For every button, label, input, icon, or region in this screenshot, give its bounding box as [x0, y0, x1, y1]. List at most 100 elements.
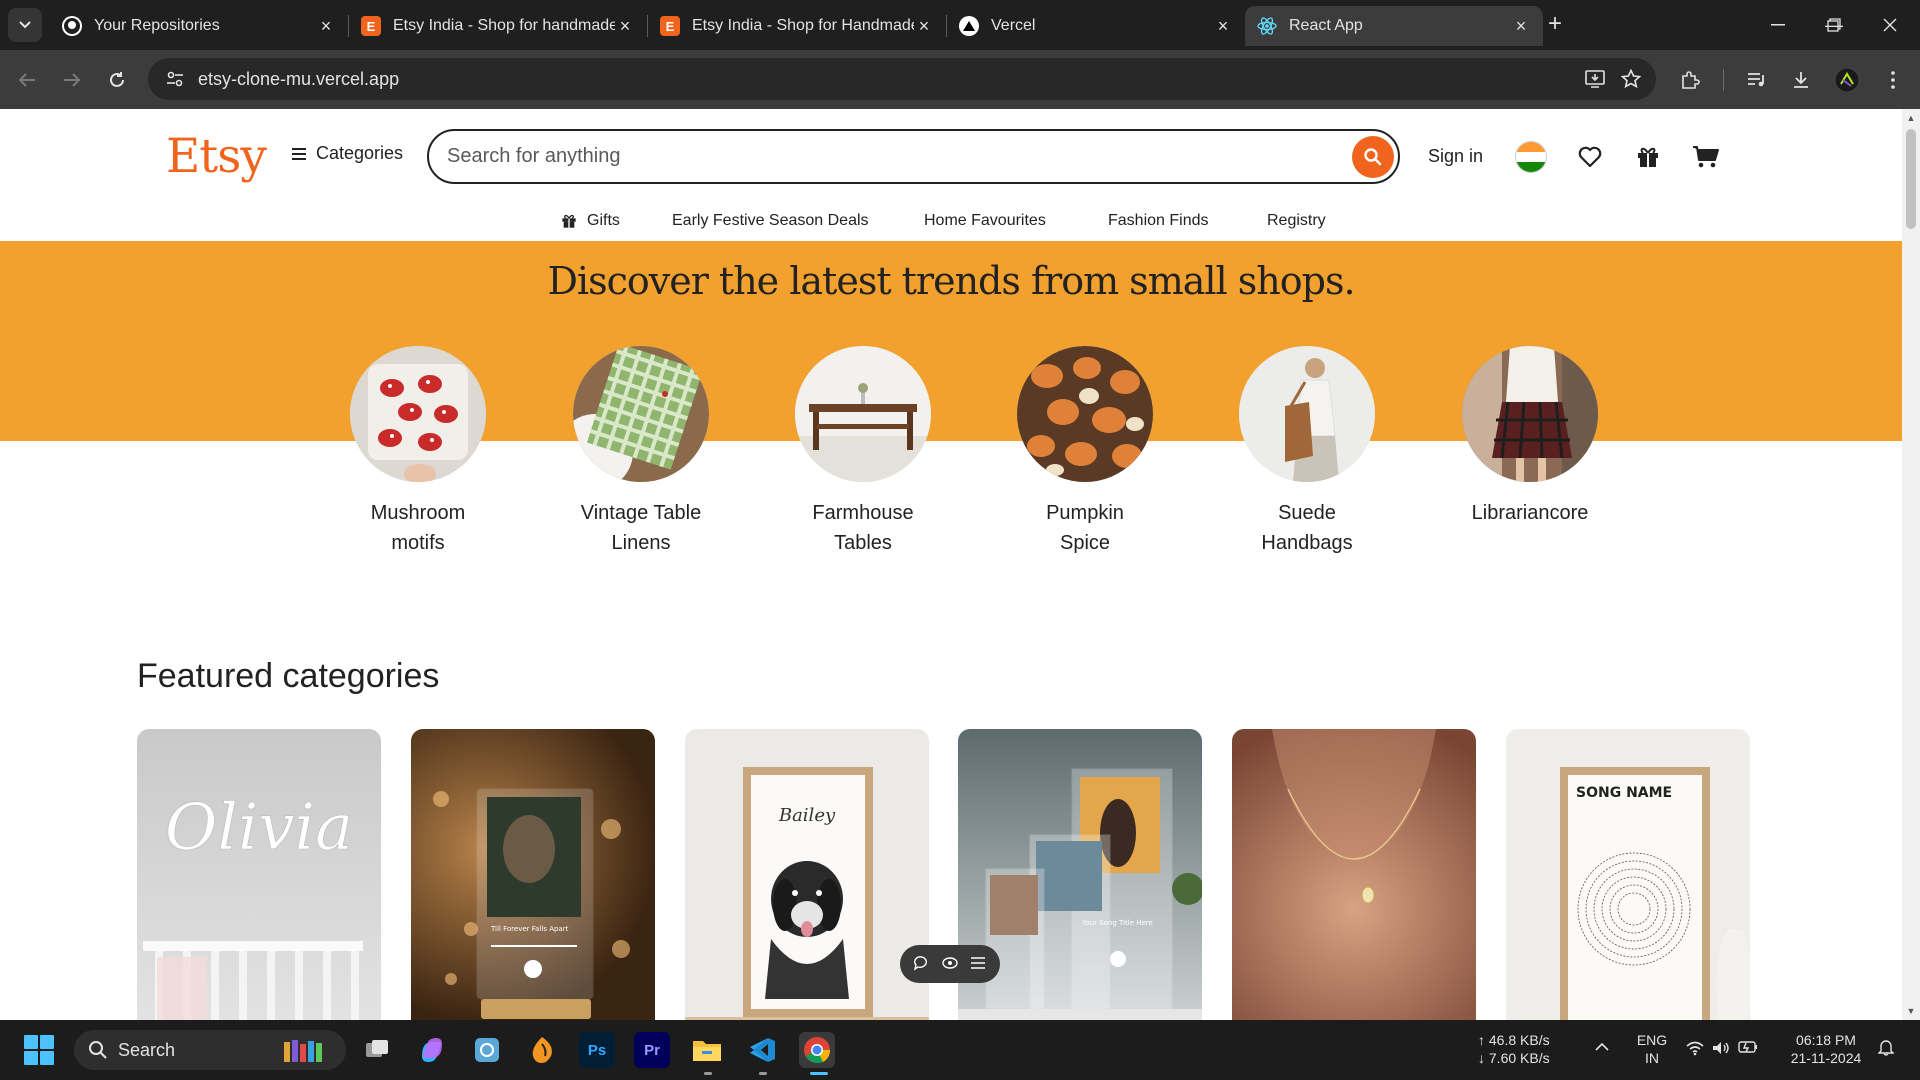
fl-studio-icon[interactable]	[524, 1032, 560, 1068]
subnav-early-festive-deals[interactable]: Early Festive Season Deals	[672, 201, 869, 241]
profile-avatar[interactable]	[1830, 63, 1864, 97]
extensions-icon[interactable]	[1673, 63, 1707, 97]
taskbar-search-label: Search	[118, 1039, 176, 1060]
close-icon[interactable]: ×	[316, 16, 336, 37]
file-explorer-icon[interactable]	[689, 1032, 725, 1068]
close-icon[interactable]: ×	[914, 16, 934, 37]
close-icon[interactable]: ×	[1213, 16, 1233, 37]
featured-card-pet-portrait[interactable]: Bailey	[685, 729, 929, 1020]
trend-image	[795, 346, 931, 482]
notifications-icon[interactable]	[1876, 1038, 1896, 1060]
url-omnibox[interactable]: etsy-clone-mu.vercel.app	[148, 58, 1656, 100]
region-selector[interactable]	[1513, 139, 1549, 175]
etsy-logo[interactable]: Etsy	[166, 129, 267, 184]
back-button[interactable]	[10, 63, 44, 97]
tab-your-repositories[interactable]: Your Repositories ×	[50, 6, 348, 46]
featured-card-song-lyrics-print[interactable]: SONG NAME	[1506, 729, 1750, 1020]
gift-button[interactable]	[1630, 139, 1666, 175]
trend-mushroom-motifs[interactable]: Mushroom motifs	[328, 346, 508, 558]
search-bar	[427, 129, 1400, 184]
active-app-indicator	[810, 1072, 828, 1075]
reload-button[interactable]	[100, 63, 134, 97]
featured-card-name-sign[interactable]: Olivia	[137, 729, 381, 1020]
trend-librariancore[interactable]: Librariancore	[1440, 346, 1620, 528]
new-tab-button[interactable]: +	[1540, 10, 1570, 40]
input-language[interactable]: ENG IN	[1632, 1031, 1672, 1067]
search-icon	[1364, 148, 1382, 166]
trend-suede-handbags[interactable]: Suede Handbags	[1217, 346, 1397, 558]
site-settings-icon[interactable]	[160, 64, 190, 94]
trend-label: Mushroom motifs	[328, 498, 508, 558]
chevron-up-icon	[1595, 1042, 1609, 1051]
close-icon[interactable]: ×	[615, 16, 635, 37]
page-scrollbar[interactable]: ▲ ▼	[1902, 109, 1920, 1020]
eye-icon[interactable]	[942, 955, 958, 974]
clock[interactable]: 06:18 PM 21-11-2024	[1780, 1031, 1872, 1067]
premiere-pro-icon[interactable]: Pr	[634, 1032, 670, 1068]
search-input[interactable]	[447, 145, 1327, 168]
featured-card-necklace[interactable]	[1232, 729, 1476, 1020]
search-button[interactable]	[1352, 136, 1394, 178]
trend-farmhouse-tables[interactable]: Farmhouse Tables	[773, 346, 953, 558]
windows-start-icon[interactable]	[24, 1035, 54, 1065]
download-icon[interactable]	[1784, 63, 1818, 97]
minimize-window-button[interactable]	[1750, 0, 1806, 50]
favorites-button[interactable]	[1572, 139, 1608, 175]
subnav-registry[interactable]: Registry	[1267, 201, 1326, 241]
categories-button[interactable]: Categories	[292, 143, 403, 164]
net-upload: ↑ 46.8 KB/s	[1478, 1032, 1550, 1048]
card-image: Olivia	[137, 729, 381, 1020]
show-hidden-icons[interactable]	[1590, 1038, 1614, 1056]
install-app-icon[interactable]	[1580, 64, 1610, 94]
clock-time: 06:18 PM	[1796, 1032, 1856, 1048]
subnav-home-favourites[interactable]: Home Favourites	[924, 201, 1046, 241]
trend-label: Vintage Table Linens	[551, 498, 731, 558]
tab-search-button[interactable]	[8, 8, 42, 42]
trend-label-line: Tables	[834, 532, 892, 554]
comment-icon[interactable]	[913, 955, 930, 974]
chrome-icon[interactable]	[799, 1032, 835, 1068]
restore-button[interactable]	[1806, 0, 1862, 50]
etsy-icon: E	[660, 16, 680, 36]
trend-pumpkin-spice[interactable]: Pumpkin Spice	[995, 346, 1175, 558]
tab-etsy-2[interactable]: E Etsy India - Shop for Handmade ×	[648, 6, 946, 46]
scroll-down-icon[interactable]: ▼	[1906, 1006, 1916, 1016]
featured-card-song-plaque[interactable]: Till Forever Falls Apart	[411, 729, 655, 1020]
url-text[interactable]: etsy-clone-mu.vercel.app	[198, 69, 399, 90]
tab-vercel[interactable]: Vercel ×	[947, 6, 1245, 46]
chevron-down-icon	[19, 21, 31, 29]
subnav-gifts[interactable]: Gifts	[561, 201, 620, 241]
browser-tab-bar: Your Repositories × E Etsy India - Shop …	[0, 0, 1920, 50]
trend-label-line: motifs	[391, 532, 445, 554]
card-image: SONG NAME	[1506, 729, 1750, 1020]
snipping-tool-icon[interactable]	[469, 1032, 505, 1068]
subnav-fashion-finds[interactable]: Fashion Finds	[1108, 201, 1209, 241]
close-window-button[interactable]	[1862, 0, 1918, 50]
scroll-up-icon[interactable]: ▲	[1906, 113, 1916, 123]
subnav-label: Gifts	[587, 212, 620, 229]
lang-line: ENG	[1636, 1032, 1668, 1048]
clock-date: 21-11-2024	[1790, 1050, 1862, 1066]
bookmark-star-icon[interactable]	[1616, 64, 1646, 94]
tab-title: React App	[1289, 17, 1363, 34]
cart-button[interactable]	[1688, 139, 1724, 175]
taskbar-search[interactable]: Search	[74, 1030, 346, 1070]
tab-etsy-1[interactable]: E Etsy India - Shop for handmade ×	[349, 6, 647, 46]
card-image: Till Forever Falls Apart	[411, 729, 655, 1020]
vscode-icon[interactable]	[744, 1032, 780, 1068]
trend-vintage-table-linens[interactable]: Vintage Table Linens	[551, 346, 731, 558]
sign-in-link[interactable]: Sign in	[1428, 146, 1483, 167]
media-control-icon[interactable]	[1740, 63, 1774, 97]
list-icon[interactable]	[970, 956, 986, 973]
tab-react-app[interactable]: React App ×	[1245, 6, 1543, 46]
forward-button[interactable]	[55, 63, 89, 97]
close-icon[interactable]: ×	[1511, 16, 1531, 37]
task-view-icon[interactable]	[360, 1032, 396, 1068]
photoshop-icon[interactable]: Ps	[579, 1032, 615, 1068]
tab-title: Etsy India - Shop for handmade	[393, 17, 615, 34]
close-icon	[1883, 18, 1897, 32]
scrollbar-thumb[interactable]	[1906, 129, 1916, 229]
browser-menu-icon[interactable]	[1876, 63, 1910, 97]
copilot-icon[interactable]	[414, 1032, 450, 1068]
system-tray-icons[interactable]	[1686, 1040, 1766, 1056]
